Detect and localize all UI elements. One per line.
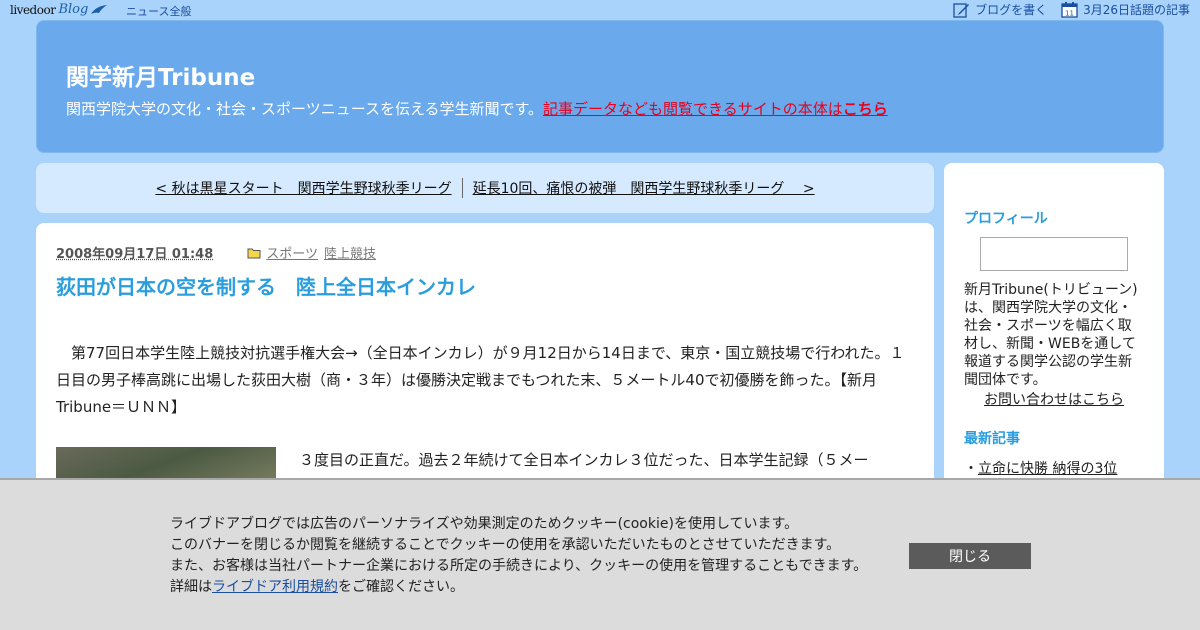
recent-articles-heading: 最新記事: [964, 431, 1020, 447]
write-blog-label: ブログを書く: [975, 3, 1048, 17]
calendar-day: 11: [1065, 10, 1074, 18]
pencil-note-icon: [953, 2, 970, 18]
trending-articles-label: 3月26日話題の記事: [1083, 3, 1190, 17]
pager-divider: [461, 178, 463, 198]
recent-article-link[interactable]: 立命に快勝 納得の3位: [978, 461, 1117, 477]
profile-heading: プロフィール: [964, 211, 1048, 227]
contact-link[interactable]: お問い合わせはこちら: [984, 389, 1124, 409]
top-right-nav: ブログを書く 11 3月26日話題の記事: [953, 1, 1190, 18]
next-article-link[interactable]: 延長10回、痛恨の被弾 関西学生野球秋季リーグ >: [473, 178, 815, 198]
category-link[interactable]: 陸上競技: [324, 243, 376, 262]
main-site-link-text: 記事データなども閲覧できるサイトの本体は: [543, 100, 843, 118]
profile-image: [980, 237, 1128, 271]
cookie-banner: ライブドアブログでは広告のパーソナライズや効果測定のためクッキー(cookie)…: [0, 478, 1200, 630]
folder-icon: [247, 248, 261, 258]
cookie-line: このバナーを閉じるか閲覧を継続することでクッキーの使用を承認いただいたものとさせ…: [170, 537, 841, 553]
bird-icon: [91, 4, 108, 14]
logo-livedoor-text: livedoor: [10, 2, 56, 17]
description-text: 関西学院大学の文化・社会・スポーツニュースを伝える学生新聞です。: [66, 100, 544, 118]
article-body-paragraph: ３度目の正直だ。過去２年続けて全日本インカレ３位だった、日本学生記録（５メー: [299, 451, 869, 469]
top-bar: livedoor Blog ニュース全般 ブログを書く 11 3月26日話題の記…: [0, 0, 1200, 20]
main-site-link[interactable]: 記事データなども閲覧できるサイトの本体はこちら: [543, 100, 888, 118]
cookie-line-prefix: 詳細は: [170, 579, 212, 595]
recent-article-item: ・立命に快勝 納得の3位: [964, 461, 1118, 477]
cookie-notice-text: ライブドアブログでは広告のパーソナライズや効果測定のためクッキー(cookie)…: [170, 514, 867, 598]
blog-title[interactable]: 関学新月Tribune: [66, 58, 255, 92]
cookie-line: また、お客様は当社パートナー企業における所定の手続きにより、クッキーの使用を管理…: [170, 558, 868, 574]
cookie-line: 詳細はライブドア利用規約をご確認ください。: [170, 577, 867, 598]
logo-blog-text: Blog: [58, 2, 89, 17]
prev-article-link[interactable]: < 秋は黒星スタート 関西学生野球秋季リーグ: [155, 178, 451, 198]
profile-text: 新月Tribune(トリビューン)は、関西学院大学の文化・社会・スポーツを幅広く…: [964, 282, 1138, 388]
livedoor-blog-logo[interactable]: livedoor Blog: [10, 1, 108, 18]
terms-of-use-link[interactable]: ライブドア利用規約: [212, 579, 338, 595]
article-meta: 2008年09月17日 01:48 スポーツ 陸上競技: [56, 243, 382, 262]
article-lead-paragraph: 第77回日本学生陸上競技対抗選手権大会→（全日本インカレ）が９月12日から14日…: [56, 344, 905, 416]
calendar-icon: 11: [1061, 2, 1078, 18]
cookie-line: ライブドアブログでは広告のパーソナライズや効果測定のためクッキー(cookie)…: [170, 516, 799, 532]
category-link[interactable]: スポーツ: [266, 243, 318, 262]
blog-header: 関学新月Tribune 関西学院大学の文化・社会・スポーツニュースを伝える学生新…: [36, 20, 1164, 153]
article-title: 荻田が日本の空を制する 陸上全日本インカレ: [56, 275, 476, 299]
article-date: 2008年09月17日 01:48: [56, 247, 214, 262]
close-cookie-button[interactable]: 閉じる: [909, 543, 1031, 569]
trending-articles-link[interactable]: 11 3月26日話題の記事: [1061, 1, 1190, 18]
news-category-link[interactable]: ニュース全般: [126, 3, 191, 19]
blog-description: 関西学院大学の文化・社会・スポーツニュースを伝える学生新聞です。記事データなども…: [66, 98, 888, 119]
main-site-link-bold: こちら: [842, 100, 888, 118]
article-pager: < 秋は黒星スタート 関西学生野球秋季リーグ 延長10回、痛恨の被弾 関西学生野…: [36, 163, 934, 213]
write-blog-link[interactable]: ブログを書く: [953, 1, 1047, 18]
cookie-line-suffix: をご確認ください。: [338, 579, 464, 595]
